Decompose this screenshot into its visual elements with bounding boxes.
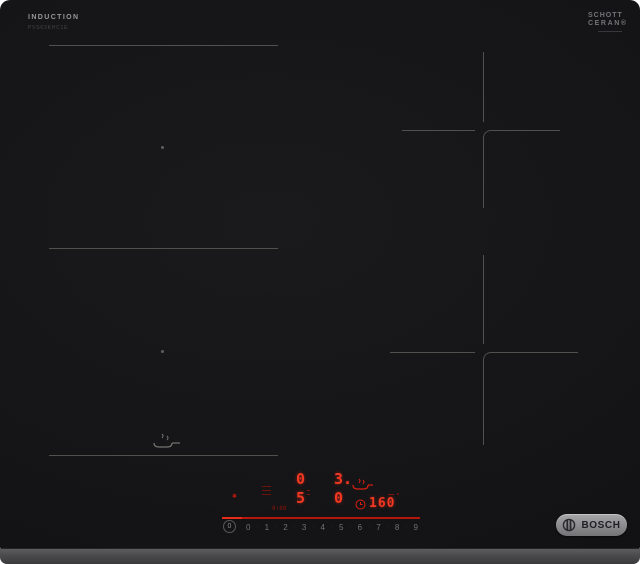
slider-separator: · (312, 524, 315, 530)
slider-separator: · (256, 524, 259, 530)
zone-center-dot-front-left (161, 350, 164, 353)
cross-front-horizontal-right (491, 352, 578, 353)
schott-subtext-line (598, 31, 622, 32)
bosch-badge-label: BOSCH (581, 519, 621, 531)
cross-front-vertical-bottom (483, 360, 484, 445)
zone-center-dot-rear-left (161, 146, 164, 149)
slider-level-1[interactable]: 1 (265, 523, 269, 532)
slider-off-key[interactable]: 0 (223, 520, 236, 533)
cross-rear-horizontal-left (402, 130, 475, 131)
ceramic-glass-surface (0, 0, 640, 550)
bosch-badge: BOSCH (556, 514, 627, 536)
cross-rear-horizontal-right (491, 130, 560, 131)
flex-zone-mark (307, 494, 310, 495)
slider-separator: · (386, 524, 389, 530)
timer-mini-display: 0:00 (272, 505, 287, 512)
slider-separator: · (368, 524, 371, 530)
slider-accent-line (222, 517, 420, 519)
slider-separator: · (293, 524, 296, 530)
front-trim-strip (0, 548, 640, 564)
model-number-print: PVS63KHC1E (28, 25, 69, 31)
fry-pan-print-icon (153, 433, 180, 448)
timer-clock-icon (355, 499, 366, 510)
fry-sensor-temperature: 160 (369, 496, 396, 511)
slider-levels[interactable]: 0 · 1 · 2 · 3 · 4 · 5 · 6 · 7 · 8 · 9 (246, 521, 418, 533)
cross-rear-vertical-bottom (483, 138, 484, 208)
flex-zone-line-middle (49, 248, 278, 249)
slider-level-3[interactable]: 3 (302, 523, 306, 532)
slider-separator: · (275, 524, 278, 530)
slider-separator: · (330, 524, 333, 530)
induction-print: INDUCTION (28, 14, 80, 21)
ceran-line: CERAN® (588, 20, 628, 27)
slider-accent-line-active (222, 517, 242, 519)
slider-separator: · (405, 524, 408, 530)
menu-lines-icon (262, 486, 271, 498)
cross-front-horizontal-left (390, 352, 475, 353)
cooktop: INDUCTION PVS63KHC1E SCHOTT CERAN® ✱ 0 3… (0, 0, 640, 564)
zone-level-rear-left: 0 (296, 470, 306, 488)
fry-sensor-pan-icon (352, 478, 373, 490)
flex-zone-line-top (49, 45, 278, 46)
schott-line: SCHOTT (588, 12, 623, 19)
flex-zone-line-bottom (49, 455, 278, 456)
zone-level-front-left: 5 (296, 489, 306, 507)
slider-level-5[interactable]: 5 (339, 523, 343, 532)
schott-ceran-print: SCHOTT CERAN® (588, 12, 634, 28)
cross-rear-vertical-top (483, 52, 484, 122)
slider-level-6[interactable]: 6 (358, 523, 362, 532)
zone-level-front-right: 0 (334, 489, 344, 507)
slider-level-7[interactable]: 7 (376, 523, 380, 532)
power-indicator-icon: ✱ (232, 491, 237, 500)
slider-level-9[interactable]: 9 (413, 523, 417, 532)
slider-level-4[interactable]: 4 (320, 523, 324, 532)
flex-zone-mark (307, 490, 310, 491)
slider-level-2[interactable]: 2 (283, 523, 287, 532)
slider-off-key-label: 0 (227, 523, 232, 530)
temp-degree-dot (397, 493, 399, 495)
cross-front-vertical-top (483, 255, 484, 344)
slider-separator: · (349, 524, 352, 530)
slider-level-0[interactable]: 0 (246, 523, 250, 532)
temp-degree-mark (388, 494, 394, 495)
slider-level-8[interactable]: 8 (395, 523, 399, 532)
bosch-logo-icon (563, 518, 576, 532)
